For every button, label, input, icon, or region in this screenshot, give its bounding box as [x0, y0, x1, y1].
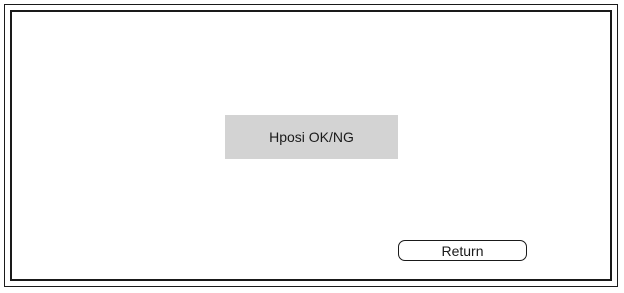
status-display: Hposi OK/NG	[225, 115, 398, 159]
return-button[interactable]: Return	[398, 240, 527, 261]
status-label: Hposi OK/NG	[269, 129, 354, 145]
return-button-label: Return	[441, 242, 484, 259]
